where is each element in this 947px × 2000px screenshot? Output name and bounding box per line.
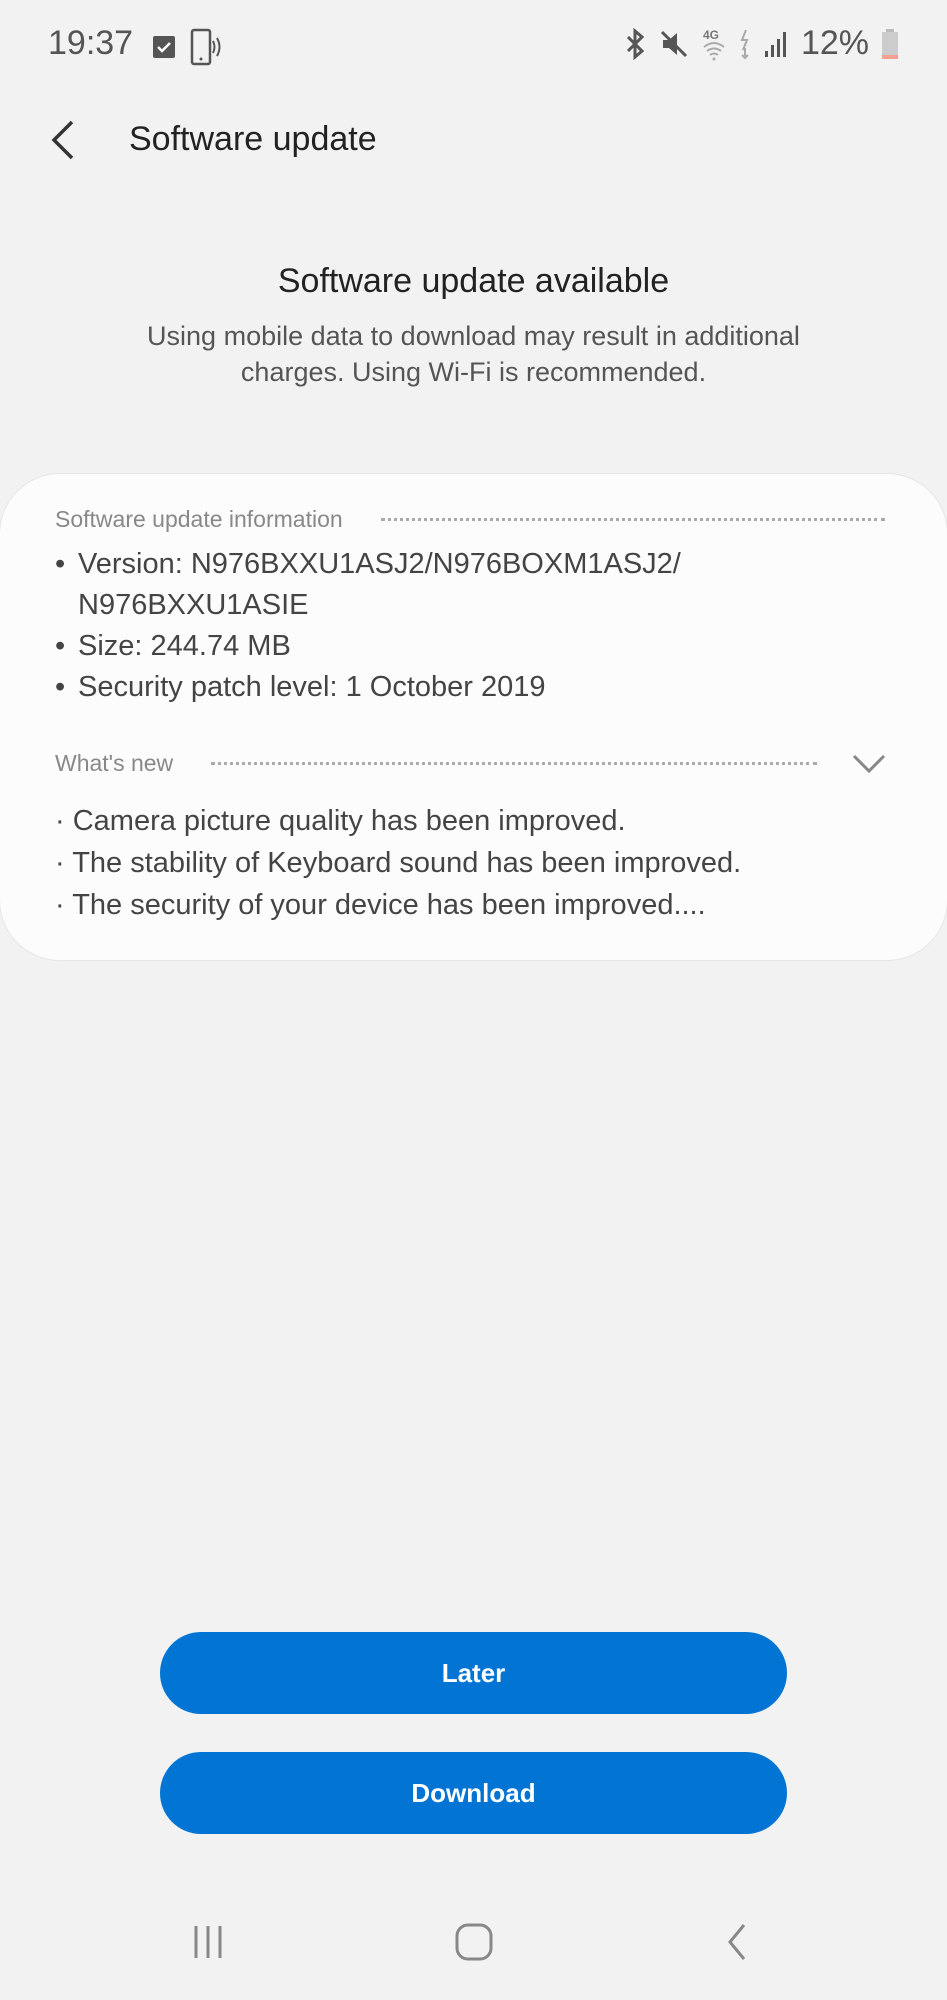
battery-percent: 12% [800, 24, 869, 62]
page-title: Software update [129, 120, 377, 158]
signal-icon [764, 31, 786, 57]
app-bar: Software update [0, 100, 947, 180]
update-info-card: Software update information • Version: N9… [0, 474, 947, 960]
mobile-data-warning: Using mobile data to download may result… [147, 321, 800, 387]
info-size: • Size: 244.74 MB [55, 630, 291, 662]
wifi-4g-icon: 4G [703, 28, 725, 60]
list-item: · The stability of Keyboard sound has be… [55, 847, 742, 879]
mute-icon [660, 30, 687, 57]
checkbox-notification-icon [153, 36, 175, 58]
list-item: · Camera picture quality has been improv… [55, 805, 626, 837]
whats-new-list: · Camera picture quality has been improv… [55, 800, 741, 926]
whats-new-heading: What's new [55, 750, 174, 776]
whats-new-header: What's new [55, 750, 817, 777]
battery-icon [882, 28, 898, 59]
later-button[interactable]: Later [160, 1632, 787, 1714]
info-heading: Software update information [55, 506, 343, 532]
info-security-patch: • Security patch level: 1 October 2019 [55, 671, 546, 703]
recent-apps-button[interactable] [190, 1922, 226, 1967]
back-arrow-icon [51, 120, 74, 160]
download-button[interactable]: Download [160, 1752, 787, 1834]
svg-text:4G: 4G [703, 28, 719, 42]
navigation-bar [0, 1910, 947, 1980]
divider-dots [211, 762, 817, 765]
chevron-down-icon [852, 754, 886, 774]
home-button[interactable] [454, 1922, 494, 1967]
info-list: • Version: N976BXXU1ASJ2/N976BOXM1ASJ2/ N… [55, 544, 718, 708]
expand-whats-new-button[interactable] [851, 752, 887, 776]
info-section-header: Software update information [55, 506, 885, 533]
back-button[interactable] [44, 118, 84, 162]
recent-apps-icon [194, 1926, 222, 1958]
nav-back-button[interactable] [722, 1922, 752, 1967]
data-transfer-icon [740, 29, 749, 59]
update-headline: Software update available [277, 262, 670, 300]
bluetooth-icon [626, 27, 645, 60]
phone-nfc-icon [190, 28, 221, 66]
divider-dots [380, 518, 885, 521]
info-version: • Version: N976BXXU1ASJ2/N976BOXM1ASJ2/ N… [55, 548, 681, 621]
status-time: 19:37 [48, 24, 134, 62]
back-icon [728, 1924, 746, 1960]
home-icon [455, 1923, 493, 1961]
list-item: · The security of your device has been i… [55, 889, 706, 921]
status-bar: 19:37 4G 12% [0, 0, 947, 90]
